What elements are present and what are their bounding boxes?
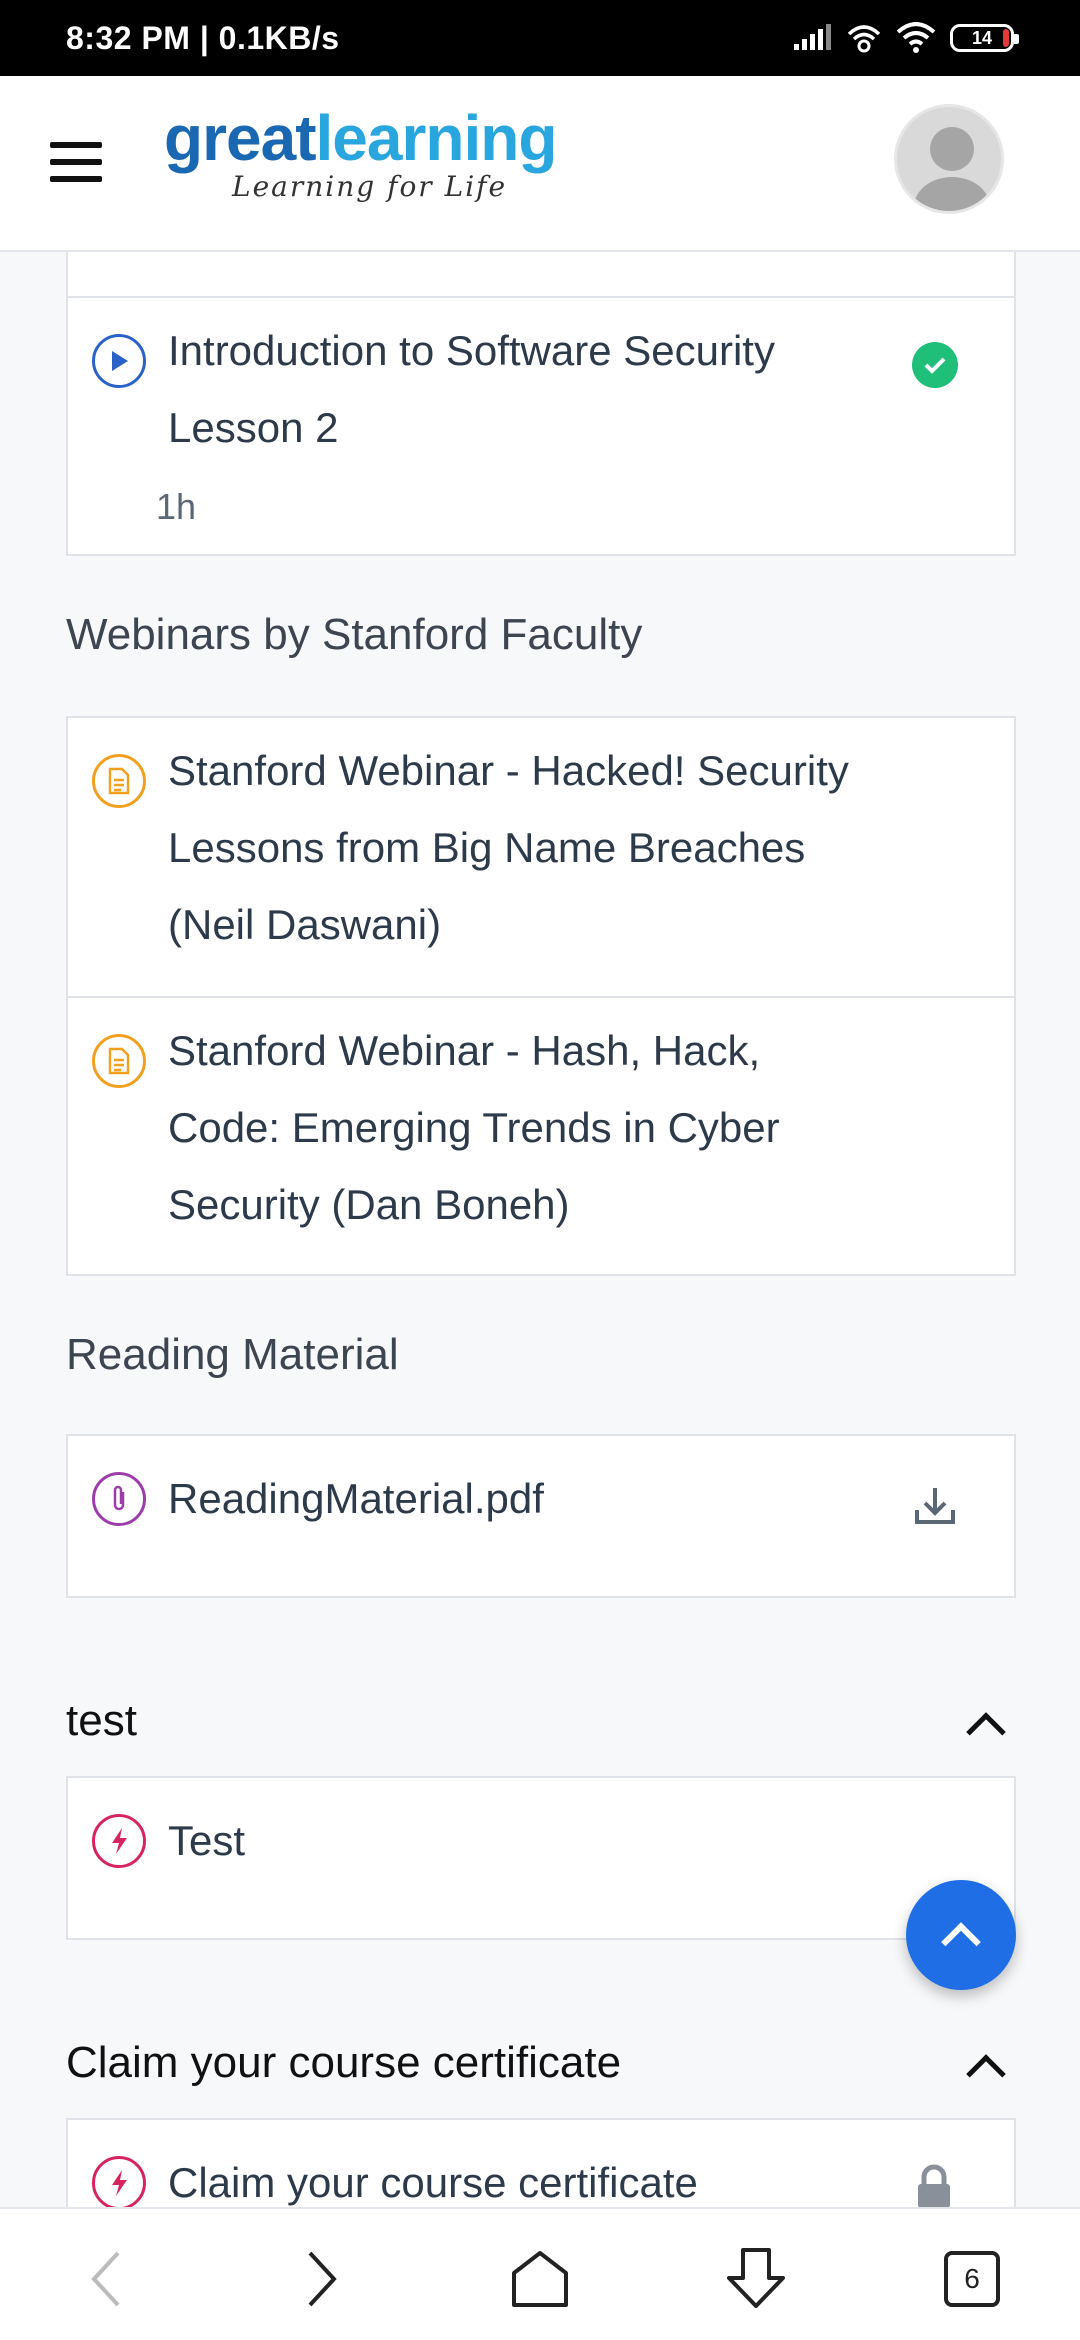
document-icon [92,1034,146,1088]
lightning-icon [92,1814,146,1868]
completed-check-icon [912,342,958,388]
status-icons: 14 [792,22,1019,54]
chevron-up-icon[interactable] [966,1712,1006,1752]
webinar-2-line1: Stanford Webinar - Hash, Hack, [168,1027,761,1074]
battery-level: 14 [971,27,993,48]
logo-word-great: great [164,102,316,174]
menu-icon[interactable] [50,142,102,182]
lesson-title-line2: Lesson 2 [168,404,339,451]
app-header: greatlearning Learning for Life [0,76,1080,252]
document-icon [92,754,146,808]
group-heading-certificate[interactable]: Claim your course certificate [66,2038,621,2088]
webinar-2-line2: Code: Emerging Trends in Cyber [168,1104,780,1151]
reading-material-heading: Reading Material [66,1330,399,1379]
certificate-row[interactable]: Claim your course certificate [68,2120,1014,2207]
home-icon [512,2251,568,2307]
webinar-1-line2: Lessons from Big Name Breaches [168,824,806,871]
status-bar: 8:32 PM | 0.1KB/s 14 [0,0,1080,76]
home-button[interactable] [500,2239,580,2319]
group-heading-test[interactable]: test [66,1696,137,1746]
chevron-left-icon [91,2251,120,2307]
chevron-up-icon [941,1922,981,1962]
download-icon[interactable] [912,1482,958,1528]
downloads-button[interactable] [716,2239,796,2319]
webinars-card: Stanford Webinar - Hacked! Security Less… [66,716,1016,1276]
hotspot-icon [847,25,881,53]
status-time: 8:32 PM | 0.1KB/s [66,19,340,56]
lesson-card: 1h Introduction to Software Security Les… [66,252,1016,556]
webinar-1-line1: Stanford Webinar - Hacked! Security [168,747,849,794]
download-arrow-icon [727,2248,785,2308]
lesson-title-line1: Introduction to Software Security [168,327,775,374]
play-circle-icon [92,334,146,388]
webinars-heading: Webinars by Stanford Faculty [66,610,643,659]
previous-lesson-duration: 1h [156,252,196,260]
certificate-card: Claim your course certificate [66,2118,1016,2207]
scroll-to-top-button[interactable] [906,1880,1016,1990]
forward-button[interactable] [282,2239,362,2319]
webinar-row[interactable]: Stanford Webinar - Hash, Hack, Code: Eme… [68,996,1014,1276]
greatlearning-logo[interactable]: greatlearning Learning for Life [164,106,557,203]
test-card: Test [66,1776,1016,1940]
tabs-count: 6 [944,2251,1000,2307]
certificate-title: Claim your course certificate [168,2159,698,2206]
lesson-duration: 1h [156,486,197,527]
paperclip-icon [92,1472,146,1526]
back-button[interactable] [66,2239,146,2319]
webinar-row[interactable]: Stanford Webinar - Hacked! Security Less… [68,718,1014,996]
webinar-2-line3: Security (Dan Boneh) [168,1181,570,1228]
logo-tagline: Learning for Life [232,170,508,203]
avatar[interactable] [894,104,1004,214]
chevron-right-icon [308,2251,337,2307]
lesson-row[interactable]: Introduction to Software Security Lesson… [68,296,1014,556]
logo-word-learning: learning [315,102,558,174]
tabs-button[interactable]: 6 [932,2239,1012,2319]
webinar-1-line3: (Neil Daswani) [168,901,442,948]
test-title: Test [168,1817,246,1864]
lock-icon [914,2164,954,2207]
reading-title: ReadingMaterial.pdf [168,1475,544,1522]
signal-icon [794,24,831,50]
battery-indicator: 14 [950,24,1019,52]
reading-card: ReadingMaterial.pdf [66,1434,1016,1598]
reading-row[interactable]: ReadingMaterial.pdf [68,1436,1014,1598]
chevron-up-icon[interactable] [966,2054,1006,2094]
lightning-icon [92,2156,146,2207]
browser-nav-bar: 6 [0,2207,1080,2340]
test-row[interactable]: Test [68,1778,1014,1940]
wifi-icon [896,22,936,53]
user-silhouette-icon [914,127,990,211]
